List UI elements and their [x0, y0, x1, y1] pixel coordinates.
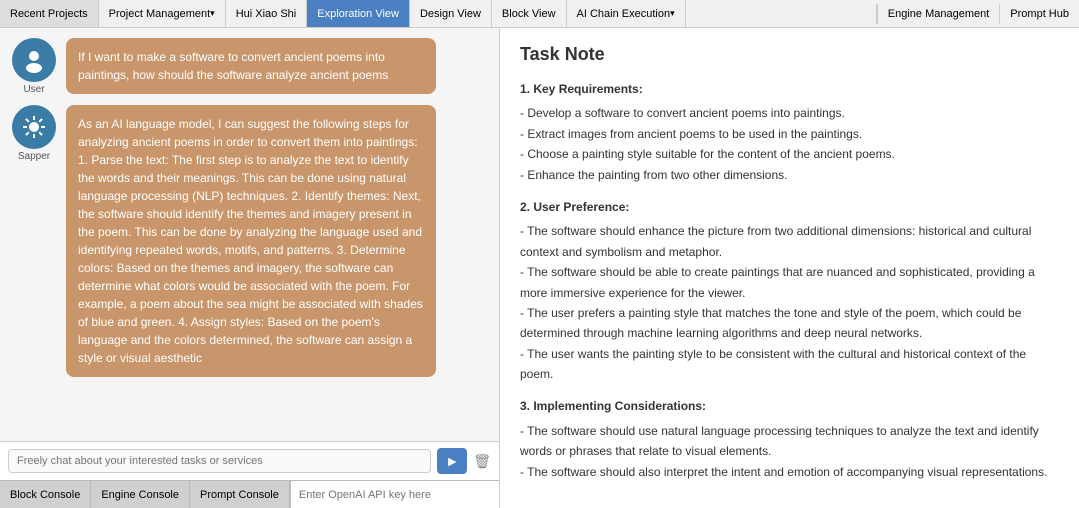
task-section-2-item-2: - The user prefers a painting style that… — [520, 303, 1059, 344]
sapper-label: Sapper — [18, 151, 50, 162]
nav-tab-exploration-view[interactable]: Exploration View — [307, 0, 410, 27]
assistant-message-row: Sapper As an AI language model, I can su… — [10, 105, 489, 377]
send-icon: ► — [445, 453, 459, 469]
nav-tab-hui-xiao-shi[interactable]: Hui Xiao Shi — [226, 0, 308, 27]
task-section-1-title: 1. Key Requirements: — [520, 79, 1059, 99]
task-section-2-item-1: - The software should be able to create … — [520, 262, 1059, 303]
delete-button[interactable]: 🗑 — [473, 453, 491, 470]
nav-tab-block-view[interactable]: Block View — [492, 0, 567, 27]
chat-messages: User If I want to make a software to con… — [0, 28, 499, 441]
task-section-1-item-1: - Extract images from ancient poems to b… — [520, 124, 1059, 144]
user-icon — [20, 46, 48, 74]
engine-console-tab[interactable]: Engine Console — [91, 481, 190, 508]
nav-tab-recent-projects[interactable]: Recent Projects — [0, 0, 99, 27]
task-section-2-title: 2. User Preference: — [520, 197, 1059, 217]
sapper-avatar-container: Sapper — [10, 105, 58, 162]
nav-tab-engine-management[interactable]: Engine Management — [877, 4, 1000, 24]
user-label: User — [23, 84, 44, 95]
nav-tab-prompt-hub[interactable]: Prompt Hub — [999, 4, 1079, 24]
user-avatar-container: User — [10, 38, 58, 95]
user-bubble: If I want to make a software to convert … — [66, 38, 436, 94]
send-button[interactable]: ► — [437, 448, 467, 474]
task-section-3-title: 3. Implementing Considerations: — [520, 396, 1059, 416]
task-note-panel: Task Note 1. Key Requirements: - Develop… — [500, 28, 1079, 508]
task-section-1-item-3: - Enhance the painting from two other di… — [520, 165, 1059, 185]
nav-tab-ai-chain-execution[interactable]: AI Chain Execution — [567, 0, 686, 27]
chat-panel: User If I want to make a software to con… — [0, 28, 500, 508]
assistant-bubble: As an AI language model, I can suggest t… — [66, 105, 436, 377]
api-key-input[interactable] — [290, 481, 499, 508]
prompt-console-tab[interactable]: Prompt Console — [190, 481, 290, 508]
task-section-3-item-1: - The software should also interpret the… — [520, 462, 1059, 482]
task-section-1-item-0: - Develop a software to convert ancient … — [520, 103, 1059, 123]
bottom-bar: Block Console Engine Console Prompt Cons… — [0, 480, 499, 508]
sapper-avatar — [12, 105, 56, 149]
user-message-row: User If I want to make a software to con… — [10, 38, 489, 95]
chat-input[interactable] — [8, 449, 431, 473]
main-area: User If I want to make a software to con… — [0, 28, 1079, 508]
chat-input-area: ► 🗑 — [0, 441, 499, 480]
nav-tab-project-management[interactable]: Project Management — [99, 0, 226, 27]
task-note-content: 1. Key Requirements: - Develop a softwar… — [520, 79, 1059, 482]
block-console-tab[interactable]: Block Console — [0, 481, 91, 508]
sapper-icon — [20, 113, 48, 141]
task-section-3-item-0: - The software should use natural langua… — [520, 421, 1059, 462]
task-section-2-item-3: - The user wants the painting style to b… — [520, 344, 1059, 385]
top-navigation: Recent Projects Project Management Hui X… — [0, 0, 1079, 28]
task-section-1-item-2: - Choose a painting style suitable for t… — [520, 144, 1059, 164]
task-note-title: Task Note — [520, 44, 1059, 65]
task-section-2-item-0: - The software should enhance the pictur… — [520, 221, 1059, 262]
user-avatar — [12, 38, 56, 82]
delete-icon: 🗑 — [473, 453, 491, 469]
nav-tab-design-view[interactable]: Design View — [410, 0, 492, 27]
